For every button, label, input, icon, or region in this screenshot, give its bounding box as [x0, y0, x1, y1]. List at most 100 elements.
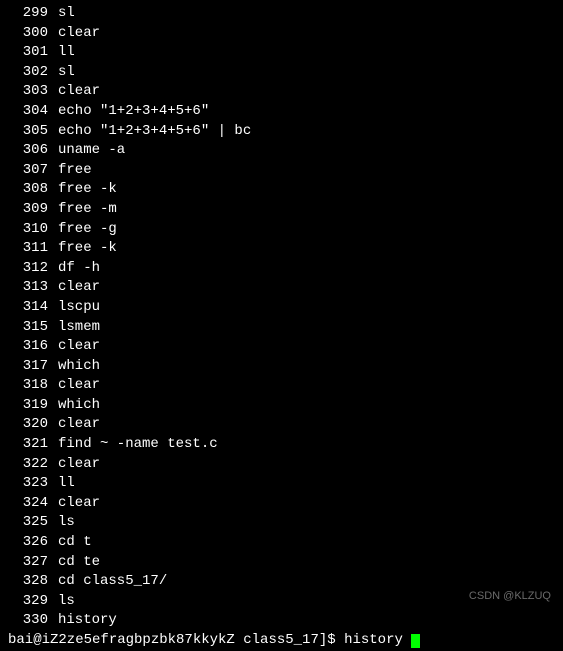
history-line: 308free -k	[16, 180, 555, 200]
history-line-number: 308	[16, 180, 58, 200]
current-command-input[interactable]: history	[344, 632, 411, 648]
history-command: cd t	[58, 534, 92, 550]
history-line: 317which	[16, 357, 555, 377]
history-line: 319which	[16, 396, 555, 416]
history-line-number: 319	[16, 396, 58, 416]
history-line-number: 301	[16, 43, 58, 63]
history-line: 301ll	[16, 43, 555, 63]
history-line-number: 300	[16, 24, 58, 44]
history-line-number: 324	[16, 494, 58, 514]
history-line: 300clear	[16, 24, 555, 44]
history-line-number: 320	[16, 415, 58, 435]
history-command: clear	[58, 338, 100, 354]
history-command: lscpu	[58, 299, 100, 315]
history-command: df -h	[58, 260, 100, 276]
history-command: find ~ -name test.c	[58, 436, 218, 452]
watermark-text: CSDN @KLZUQ	[469, 589, 551, 604]
history-command: free -m	[58, 201, 117, 217]
history-command: clear	[58, 83, 100, 99]
history-line-number: 315	[16, 318, 58, 338]
history-line-number: 326	[16, 533, 58, 553]
history-line-number: 314	[16, 298, 58, 318]
history-line-number: 304	[16, 102, 58, 122]
history-line-number: 317	[16, 357, 58, 377]
history-line: 316clear	[16, 337, 555, 357]
history-line: 309free -m	[16, 200, 555, 220]
history-line-number: 305	[16, 122, 58, 142]
terminal-history: 299sl300clear301ll302sl303clear304echo "…	[8, 4, 555, 631]
terminal-prompt-line[interactable]: bai@iZ2ze5efragbpzbk87kkykZ class5_17]$ …	[8, 631, 555, 651]
history-line: 320clear	[16, 415, 555, 435]
history-line-number: 321	[16, 435, 58, 455]
history-line: 306uname -a	[16, 141, 555, 161]
history-line: 318clear	[16, 376, 555, 396]
history-line: 310free -g	[16, 220, 555, 240]
history-line: 313clear	[16, 278, 555, 298]
history-command: cd te	[58, 554, 100, 570]
history-command: history	[58, 612, 117, 628]
history-command: clear	[58, 377, 100, 393]
history-line: 299sl	[16, 4, 555, 24]
history-line: 307free	[16, 161, 555, 181]
history-command: ll	[58, 475, 75, 491]
history-command: cd class5_17/	[58, 573, 167, 589]
history-command: free -k	[58, 181, 117, 197]
history-line-number: 306	[16, 141, 58, 161]
history-command: free -g	[58, 221, 117, 237]
history-line-number: 310	[16, 220, 58, 240]
history-command: clear	[58, 279, 100, 295]
history-command: echo "1+2+3+4+5+6" | bc	[58, 123, 251, 139]
history-line-number: 325	[16, 513, 58, 533]
history-line: 303clear	[16, 82, 555, 102]
history-line-number: 328	[16, 572, 58, 592]
history-line: 325ls	[16, 513, 555, 533]
history-command: which	[58, 397, 100, 413]
history-line: 327cd te	[16, 553, 555, 573]
history-line: 330history	[16, 611, 555, 631]
history-line-number: 323	[16, 474, 58, 494]
history-line: 324clear	[16, 494, 555, 514]
history-line: 323ll	[16, 474, 555, 494]
history-command: ll	[58, 44, 75, 60]
history-line: 315lsmem	[16, 318, 555, 338]
history-command: sl	[58, 5, 75, 21]
shell-prompt: bai@iZ2ze5efragbpzbk87kkykZ class5_17]$	[8, 632, 344, 648]
history-command: free	[58, 162, 92, 178]
history-command: ls	[58, 593, 75, 609]
history-command: which	[58, 358, 100, 374]
history-line-number: 330	[16, 611, 58, 631]
history-line-number: 329	[16, 592, 58, 612]
history-line-number: 313	[16, 278, 58, 298]
history-line-number: 318	[16, 376, 58, 396]
history-command: echo "1+2+3+4+5+6"	[58, 103, 209, 119]
history-line-number: 309	[16, 200, 58, 220]
history-line-number: 316	[16, 337, 58, 357]
history-line-number: 299	[16, 4, 58, 24]
history-command: clear	[58, 456, 100, 472]
history-command: ls	[58, 514, 75, 530]
cursor-block	[411, 634, 420, 648]
history-command: lsmem	[58, 319, 100, 335]
history-line: 305echo "1+2+3+4+5+6" | bc	[16, 122, 555, 142]
history-line: 326cd t	[16, 533, 555, 553]
history-line-number: 311	[16, 239, 58, 259]
history-command: sl	[58, 64, 75, 80]
history-line-number: 303	[16, 82, 58, 102]
history-line: 321find ~ -name test.c	[16, 435, 555, 455]
history-command: free -k	[58, 240, 117, 256]
history-command: clear	[58, 416, 100, 432]
history-line-number: 302	[16, 63, 58, 83]
history-line-number: 307	[16, 161, 58, 181]
history-line: 304echo "1+2+3+4+5+6"	[16, 102, 555, 122]
history-line: 302sl	[16, 63, 555, 83]
history-line: 311free -k	[16, 239, 555, 259]
history-line-number: 312	[16, 259, 58, 279]
history-command: clear	[58, 495, 100, 511]
history-command: clear	[58, 25, 100, 41]
history-line: 312df -h	[16, 259, 555, 279]
history-line: 314lscpu	[16, 298, 555, 318]
history-line: 322clear	[16, 455, 555, 475]
history-line-number: 322	[16, 455, 58, 475]
history-command: uname -a	[58, 142, 125, 158]
history-line-number: 327	[16, 553, 58, 573]
